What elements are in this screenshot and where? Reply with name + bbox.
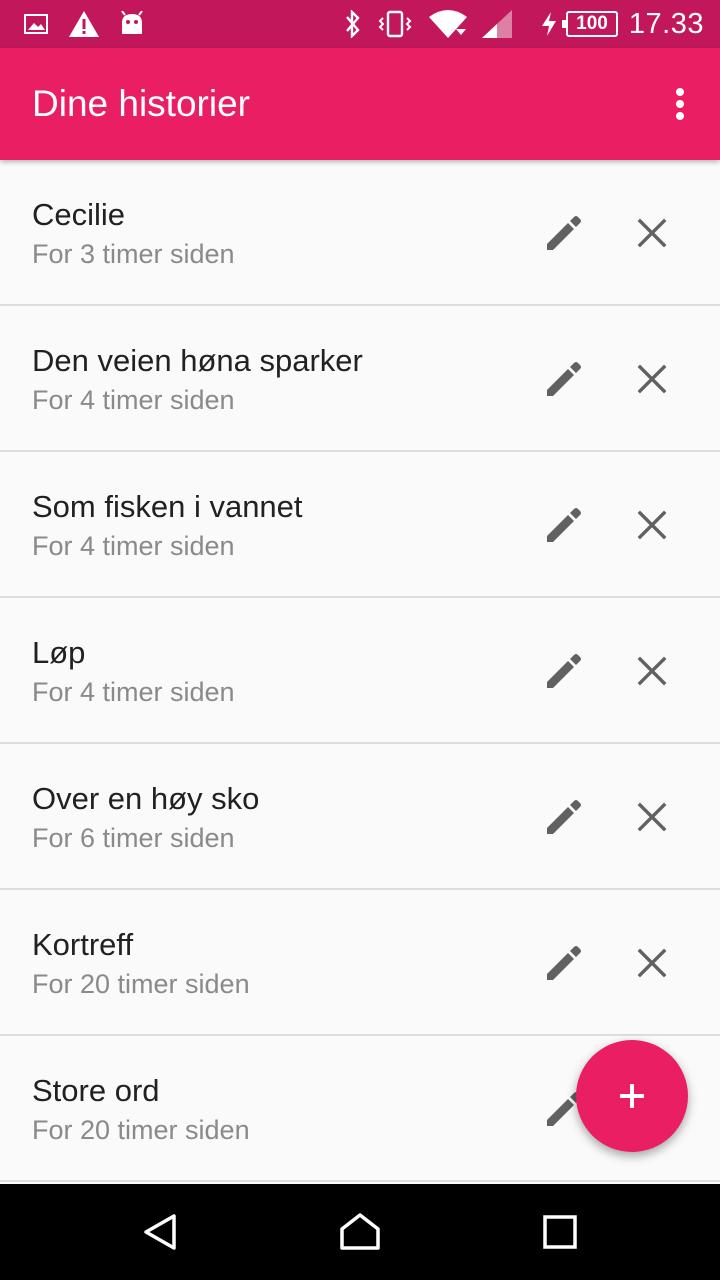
close-icon [636, 655, 668, 687]
story-timestamp: For 4 timer siden [32, 385, 235, 415]
delete-button[interactable] [624, 205, 680, 261]
battery-icon: 100 [562, 11, 618, 37]
delete-button[interactable] [624, 497, 680, 553]
edit-button[interactable] [536, 935, 592, 991]
story-list: Cecilie For 3 timer siden Den veien høna s… [0, 160, 720, 1184]
edit-button[interactable] [536, 205, 592, 261]
story-title: Over en høy sko [32, 781, 260, 816]
navigation-bar [0, 1184, 720, 1280]
back-icon[interactable] [112, 1184, 208, 1280]
list-item[interactable]: Cecilie For 3 timer siden [0, 160, 720, 306]
screen: 100 17.33 Dine historier Cecilie For 3 ti… [0, 0, 720, 1280]
story-timestamp: For 4 timer siden [32, 677, 235, 707]
more-vert-icon[interactable] [660, 84, 700, 124]
pencil-icon [544, 943, 584, 983]
close-icon [636, 947, 668, 979]
story-title: Som fisken i vannet [32, 489, 303, 524]
status-time: 17.33 [628, 7, 704, 40]
warning-icon [66, 0, 102, 48]
app-bar: Dine historier [0, 48, 720, 160]
story-timestamp: For 20 timer siden [32, 969, 250, 999]
story-title: Cecilie [32, 197, 126, 232]
close-icon [636, 217, 668, 249]
delete-button[interactable] [624, 351, 680, 407]
delete-button[interactable] [624, 643, 680, 699]
home-icon[interactable] [312, 1184, 408, 1280]
image-notification-icon [22, 0, 50, 48]
edit-button[interactable] [536, 497, 592, 553]
bluetooth-icon [340, 0, 366, 48]
page-title: Dine historier [32, 83, 250, 124]
delete-button[interactable] [624, 935, 680, 991]
story-title: Store ord [32, 1073, 160, 1108]
wifi-icon [426, 0, 470, 48]
story-timestamp: For 4 timer siden [32, 531, 235, 561]
status-bar: 100 17.33 [0, 0, 720, 48]
list-item[interactable]: Som fisken i vannet For 4 timer siden [0, 452, 720, 598]
list-item[interactable]: Løp For 4 timer siden [0, 598, 720, 744]
story-title: Kortreff [32, 927, 134, 962]
close-icon [636, 363, 668, 395]
close-icon [636, 801, 668, 833]
story-timestamp: For 3 timer siden [32, 239, 235, 269]
story-timestamp: For 6 timer siden [32, 823, 235, 853]
android-icon [118, 0, 146, 48]
vibrate-icon [376, 0, 414, 48]
story-title: Løp [32, 635, 86, 670]
list-item[interactable]: Kortreff For 20 timer siden [0, 890, 720, 1036]
edit-button[interactable] [536, 789, 592, 845]
list-item[interactable]: Den veien høna sparker For 4 timer siden [0, 306, 720, 452]
pencil-icon [544, 797, 584, 837]
delete-button[interactable] [624, 789, 680, 845]
pencil-icon [544, 213, 584, 253]
pencil-icon [544, 651, 584, 691]
add-icon [618, 1082, 646, 1110]
charging-icon [538, 0, 560, 48]
story-timestamp: For 20 timer siden [32, 1115, 250, 1145]
add-story-button[interactable] [576, 1040, 688, 1152]
story-title: Den veien høna sparker [32, 343, 363, 378]
signal-icon [480, 0, 514, 48]
edit-button[interactable] [536, 351, 592, 407]
close-icon [636, 509, 668, 541]
list-item[interactable]: Over en høy sko For 6 timer siden [0, 744, 720, 890]
edit-button[interactable] [536, 643, 592, 699]
pencil-icon [544, 505, 584, 545]
pencil-icon [544, 359, 584, 399]
recents-icon[interactable] [512, 1184, 608, 1280]
